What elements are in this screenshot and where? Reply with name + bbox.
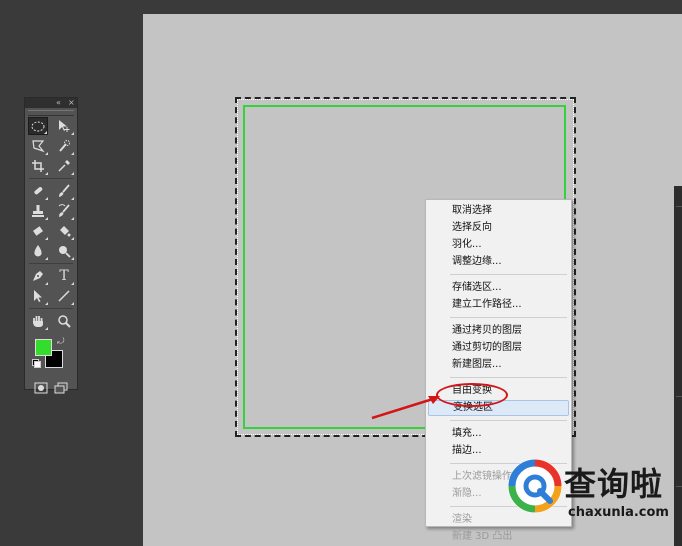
chaxunla-logo-icon <box>508 459 562 513</box>
foreground-color-swatch[interactable] <box>35 339 52 356</box>
watermark-url: chaxunla.com <box>568 505 669 520</box>
watermark: 查询啦 chaxunla.com <box>504 455 682 527</box>
watermark-title: 查询啦 <box>564 465 664 503</box>
